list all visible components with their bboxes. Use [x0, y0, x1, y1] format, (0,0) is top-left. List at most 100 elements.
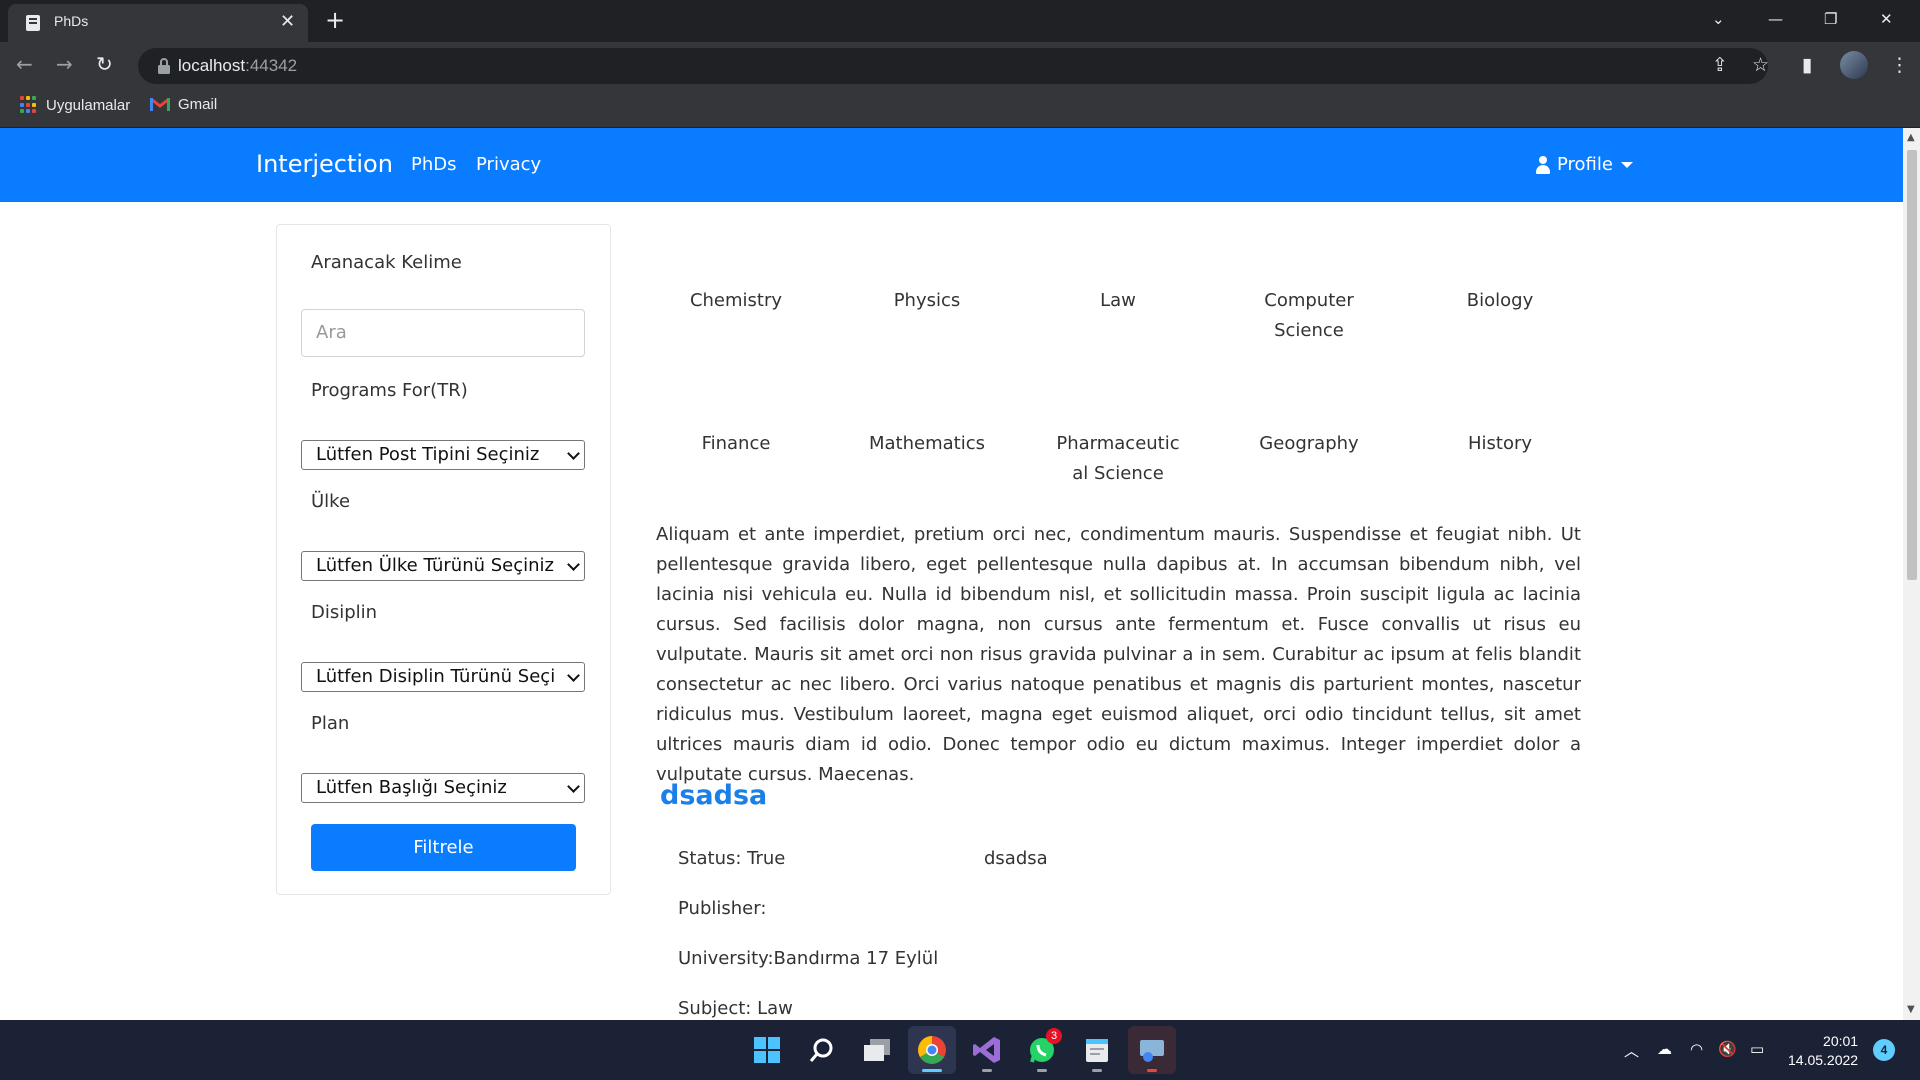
filter-panel: Aranacak Kelime Ara Programs For(TR) Lüt…: [276, 224, 611, 895]
category-computer-science[interactable]: Computer Science: [1229, 286, 1389, 346]
chevron-down-icon: [567, 558, 580, 571]
plan-label: Plan: [311, 713, 350, 734]
site-navbar: Interjection PhDs Privacy Profile: [0, 128, 1903, 202]
chrome-icon: [918, 1036, 946, 1064]
share-icon[interactable]: ⇪: [1712, 54, 1728, 76]
post-subject: Subject: Law: [678, 998, 793, 1019]
browser-tab-bar: PhDs ✕ + ⌄ — ❐ ✕: [0, 0, 1920, 42]
visual-studio-icon: [973, 1037, 1000, 1063]
scroll-down-icon[interactable]: ▼: [1907, 1004, 1915, 1015]
window-close-icon[interactable]: ✕: [1880, 10, 1893, 28]
tab-title: PhDs: [54, 13, 89, 29]
active-indicator: [922, 1069, 942, 1072]
volume-muted-icon[interactable]: 🔇: [1718, 1040, 1737, 1058]
country-select-value: Lütfen Ülke Türünü Seçiniz: [316, 555, 555, 576]
notification-badge: 3: [1046, 1028, 1062, 1044]
nav-privacy-link[interactable]: Privacy: [476, 154, 541, 175]
filter-button[interactable]: Filtrele: [311, 824, 576, 871]
restore-icon[interactable]: ❐: [1824, 10, 1837, 28]
post-publisher: Publisher:: [678, 898, 767, 919]
forward-icon[interactable]: →: [56, 52, 73, 76]
profile-dropdown[interactable]: Profile: [1535, 154, 1633, 175]
plan-select-value: Lütfen Başlığı Seçiniz: [316, 777, 507, 798]
discipline-select[interactable]: Lütfen Disiplin Türünü Seçi: [301, 662, 585, 692]
whatsapp-app[interactable]: 3: [1018, 1026, 1066, 1074]
running-indicator: [982, 1069, 992, 1072]
gmail-icon: [150, 97, 170, 111]
address-bar[interactable]: localhost:44342: [138, 48, 1768, 84]
scroll-thumb[interactable]: [1907, 150, 1917, 580]
menu-icon[interactable]: ⋮: [1890, 54, 1909, 76]
chrome-app[interactable]: [908, 1026, 956, 1074]
running-indicator: [1037, 1069, 1047, 1072]
chevron-down-icon: [567, 669, 580, 682]
category-geography[interactable]: Geography: [1229, 429, 1389, 459]
visual-studio-app[interactable]: [963, 1026, 1011, 1074]
browser-toolbar: ← → ↻ localhost:44342 ⇪ ☆ ▮ ⋮: [0, 42, 1920, 90]
notepad-icon: [1086, 1039, 1108, 1062]
tab-close-icon[interactable]: ✕: [280, 11, 295, 32]
search-button[interactable]: [798, 1026, 846, 1074]
post-title[interactable]: dsadsa: [660, 780, 767, 811]
search-label: Aranacak Kelime: [311, 252, 462, 273]
notification-center-badge[interactable]: 4: [1873, 1039, 1895, 1061]
bookmark-gmail[interactable]: Gmail: [150, 96, 217, 113]
post-side-text: dsadsa: [984, 848, 1048, 869]
bookmark-star-icon[interactable]: ☆: [1752, 54, 1769, 76]
tray-expand-icon[interactable]: ︿: [1624, 1040, 1639, 1061]
category-pharmaceutical-science[interactable]: Pharmaceutical Science: [1053, 429, 1183, 489]
bookmark-apps[interactable]: Uygulamalar: [20, 96, 130, 114]
country-select[interactable]: Lütfen Ülke Türünü Seçiniz: [301, 551, 585, 581]
description-text: Aliquam et ante imperdiet, pretium orci …: [656, 524, 1581, 785]
start-button[interactable]: [743, 1026, 791, 1074]
cloud-icon[interactable]: ☁: [1657, 1040, 1672, 1058]
category-law[interactable]: Law: [1038, 286, 1198, 316]
taskbar: 3 ︿ ☁ ◠ 🔇 ▭ 20:01 14.05.2022 4: [0, 1020, 1920, 1080]
category-mathematics[interactable]: Mathematics: [847, 429, 1007, 459]
notepad-app[interactable]: [1073, 1026, 1121, 1074]
task-view-button[interactable]: [853, 1026, 901, 1074]
category-physics[interactable]: Physics: [847, 286, 1007, 316]
chevron-down-icon: [567, 447, 580, 460]
category-biology[interactable]: Biology: [1420, 286, 1580, 316]
wifi-icon[interactable]: ◠: [1690, 1040, 1703, 1058]
programs-label: Programs For(TR): [311, 380, 468, 401]
profile-avatar[interactable]: [1840, 51, 1868, 79]
back-icon[interactable]: ←: [16, 52, 33, 76]
tab-search-icon[interactable]: ⌄: [1712, 10, 1725, 28]
battery-icon[interactable]: ▭: [1750, 1040, 1764, 1058]
brand-link[interactable]: Interjection: [256, 150, 393, 178]
clock[interactable]: 20:01 14.05.2022: [1788, 1032, 1858, 1070]
side-panel-icon[interactable]: ▮: [1802, 54, 1812, 76]
search-icon: [809, 1038, 833, 1062]
clock-time: 20:01: [1823, 1033, 1859, 1049]
discipline-select-value: Lütfen Disiplin Türünü Seçi: [316, 666, 556, 687]
apps-grid-icon: [20, 96, 38, 114]
monitor-icon: [1140, 1040, 1164, 1062]
search-input[interactable]: Ara: [301, 309, 585, 357]
country-label: Ülke: [311, 491, 351, 512]
post-university: University:Bandırma 17 Eylül: [678, 948, 939, 969]
category-finance[interactable]: Finance: [656, 429, 816, 459]
new-tab-button[interactable]: +: [325, 6, 345, 34]
page-icon: [26, 15, 40, 31]
browser-tab[interactable]: PhDs ✕: [8, 4, 308, 42]
plan-select[interactable]: Lütfen Başlığı Seçiniz: [301, 773, 585, 803]
user-icon: [1535, 155, 1551, 174]
bookmark-label: Uygulamalar: [46, 96, 131, 114]
page-scrollbar[interactable]: ▲ ▼: [1903, 128, 1920, 1020]
scroll-up-icon[interactable]: ▲: [1907, 132, 1915, 143]
profile-label: Profile: [1557, 154, 1613, 175]
minimize-icon[interactable]: —: [1768, 10, 1783, 28]
reload-icon[interactable]: ↻: [96, 52, 113, 76]
nav-phds-link[interactable]: PhDs: [411, 154, 457, 175]
task-view-icon: [864, 1039, 890, 1061]
category-history[interactable]: History: [1420, 429, 1580, 459]
programs-select[interactable]: Lütfen Post Tipini Seçiniz: [301, 440, 585, 470]
remote-app[interactable]: [1128, 1026, 1176, 1074]
url-text: localhost:44342: [178, 56, 298, 75]
bookmarks-bar: Uygulamalar Gmail: [0, 90, 1920, 128]
category-chemistry[interactable]: Chemistry: [656, 286, 816, 316]
clock-date: 14.05.2022: [1788, 1052, 1859, 1068]
windows-icon: [754, 1037, 780, 1063]
